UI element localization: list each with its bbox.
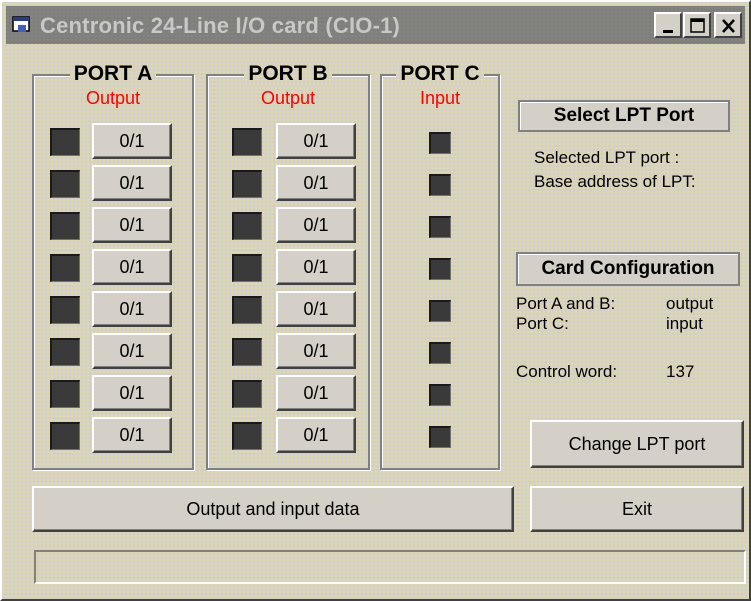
control-word-label: Control word: [516, 362, 618, 381]
port-c-led-5 [429, 342, 451, 364]
change-lpt-port-button[interactable]: Change LPT port [530, 420, 744, 468]
port-a-led-1 [50, 170, 80, 198]
port-b-bit-1-button[interactable]: 0/1 [276, 165, 356, 201]
port-b-bit-0-button[interactable]: 0/1 [276, 123, 356, 159]
output-and-input-data-button[interactable]: Output and input data [32, 486, 514, 532]
port-b-led-0 [232, 128, 262, 156]
port-c-led-7 [429, 426, 451, 448]
exit-button[interactable]: Exit [530, 486, 744, 532]
close-icon [722, 19, 735, 33]
port-a-led-7 [50, 422, 80, 450]
port-a-group: PORT A Output 0/1 0/1 0/1 0/1 0/1 0/1 0/… [32, 62, 194, 470]
port-b-bit-5-button[interactable]: 0/1 [276, 333, 356, 369]
port-a-bit-5-button[interactable]: 0/1 [92, 333, 172, 369]
select-lpt-header: Select LPT Port [518, 100, 730, 132]
port-b-led-1 [232, 170, 262, 198]
port-b-led-5 [232, 338, 262, 366]
port-b-bit-6-button[interactable]: 0/1 [276, 375, 356, 411]
port-a-led-4 [50, 296, 80, 324]
port-ab-value: output [666, 294, 714, 313]
title-bar[interactable]: Centronic 24-Line I/O card (CIO-1) [6, 6, 745, 44]
port-c-led-3 [429, 258, 451, 280]
port-ab-label: Port A and B: [516, 294, 616, 313]
port-a-mode: Output [85, 88, 141, 108]
port-c-led-0 [429, 132, 451, 154]
port-b-led-7 [232, 422, 262, 450]
port-b-led-6 [232, 380, 262, 408]
status-bar [34, 550, 746, 584]
app-window: Centronic 24-Line I/O card (CIO-1) PORT … [0, 0, 751, 601]
port-c-led-4 [429, 300, 451, 322]
port-a-bit-2-button[interactable]: 0/1 [92, 207, 172, 243]
app-icon [12, 16, 30, 32]
port-a-bit-3-button[interactable]: 0/1 [92, 249, 172, 285]
port-b-led-2 [232, 212, 262, 240]
port-a-bit-7-button[interactable]: 0/1 [92, 417, 172, 453]
minimize-button[interactable] [654, 12, 682, 38]
port-a-led-3 [50, 254, 80, 282]
port-c-led-6 [429, 384, 451, 406]
port-c-led-2 [429, 216, 451, 238]
port-b-bit-3-button[interactable]: 0/1 [276, 249, 356, 285]
port-c-group: PORT C Input [380, 62, 500, 470]
control-word-value: 137 [666, 362, 695, 381]
port-b-group: PORT B Output 0/1 0/1 0/1 0/1 0/1 0/1 0/… [206, 62, 370, 470]
port-a-bit-4-button[interactable]: 0/1 [92, 291, 172, 327]
port-a-title: PORT A [69, 62, 157, 85]
port-c-mode: Input [419, 88, 461, 108]
port-a-bit-1-button[interactable]: 0/1 [92, 165, 172, 201]
port-a-led-2 [50, 212, 80, 240]
port-a-led-0 [50, 128, 80, 156]
port-b-led-4 [232, 296, 262, 324]
minimize-icon [663, 30, 673, 33]
port-a-led-6 [50, 380, 80, 408]
port-c-title: PORT C [396, 62, 484, 85]
port-b-title: PORT B [244, 62, 332, 85]
port-b-mode: Output [260, 88, 316, 108]
port-a-led-5 [50, 338, 80, 366]
base-address-label: Base address of LPT: [534, 172, 696, 191]
port-c-value: input [666, 314, 703, 333]
port-b-bit-7-button[interactable]: 0/1 [276, 417, 356, 453]
window-title: Centronic 24-Line I/O card (CIO-1) [40, 13, 401, 38]
port-b-led-3 [232, 254, 262, 282]
maximize-icon [690, 18, 705, 33]
port-c-led-1 [429, 174, 451, 196]
port-b-bit-4-button[interactable]: 0/1 [276, 291, 356, 327]
card-config-header: Card Configuration [516, 252, 740, 286]
port-a-bit-6-button[interactable]: 0/1 [92, 375, 172, 411]
close-button[interactable] [714, 12, 742, 38]
maximize-button[interactable] [683, 12, 711, 38]
port-b-bit-2-button[interactable]: 0/1 [276, 207, 356, 243]
selected-lpt-label: Selected LPT port : [534, 148, 680, 167]
port-c-label: Port C: [516, 314, 569, 333]
port-a-bit-0-button[interactable]: 0/1 [92, 123, 172, 159]
